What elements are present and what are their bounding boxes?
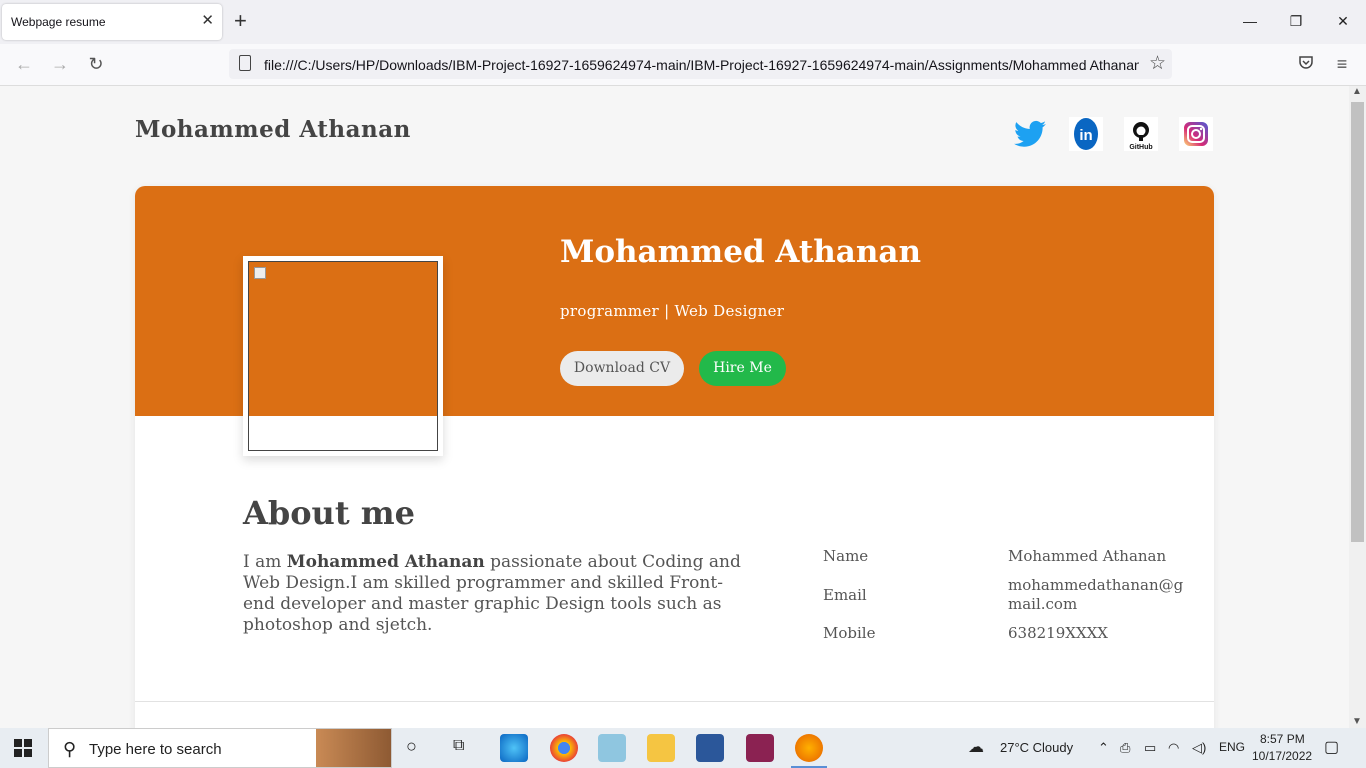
- windows-taskbar: ⚲ Type here to search ○ ⧉ ☁ 27°C Cloudy …: [0, 728, 1366, 768]
- reload-icon[interactable]: ↻: [85, 54, 107, 74]
- page-scrollbar[interactable]: ▲ ▼: [1349, 86, 1366, 728]
- chrome-icon[interactable]: [550, 734, 578, 762]
- download-cv-button[interactable]: Download CV: [560, 351, 684, 386]
- bookmark-star-icon[interactable]: ☆: [1149, 52, 1166, 75]
- github-icon[interactable]: GitHub: [1123, 116, 1159, 152]
- task-view-icon[interactable]: ⧉: [453, 737, 464, 755]
- pocket-icon[interactable]: [1295, 54, 1317, 74]
- close-tab-icon[interactable]: ✕: [201, 13, 214, 29]
- firefox-icon[interactable]: [795, 734, 823, 762]
- weather-text[interactable]: 27°C Cloudy: [1000, 740, 1073, 755]
- back-icon[interactable]: ←: [13, 54, 35, 74]
- close-window-icon[interactable]: ✕: [1333, 10, 1353, 32]
- hero-role: programmer | Web Designer: [560, 302, 785, 320]
- language-indicator[interactable]: ENG: [1219, 740, 1245, 754]
- about-text: I am Mohammed Athanan passionate about C…: [243, 552, 741, 635]
- scroll-thumb[interactable]: [1351, 102, 1364, 542]
- svg-text:GitHub: GitHub: [1129, 144, 1152, 151]
- menu-icon[interactable]: ≡: [1331, 54, 1353, 74]
- profile-photo: [248, 261, 438, 451]
- mobile-label: Mobile: [823, 624, 876, 642]
- browser-nav-bar: ← → ↻ file:///C:/Users/HP/Downloads/IBM-…: [0, 44, 1366, 86]
- new-tab-icon[interactable]: +: [234, 10, 247, 32]
- url-text[interactable]: file:///C:/Users/HP/Downloads/IBM-Projec…: [264, 57, 1139, 73]
- document-icon: [239, 55, 251, 71]
- winrar-icon[interactable]: [746, 734, 774, 762]
- forward-icon[interactable]: →: [49, 54, 71, 74]
- name-value: Mohammed Athanan: [1008, 547, 1167, 565]
- search-icon: ⚲: [63, 739, 77, 759]
- battery-icon[interactable]: ▭: [1144, 740, 1156, 756]
- broken-image-icon: [254, 267, 266, 279]
- name-label: Name: [823, 547, 869, 565]
- notification-icon[interactable]: ▢: [1324, 737, 1339, 757]
- clock-date[interactable]: 10/17/2022: [1252, 749, 1312, 763]
- profile-photo-frame: [243, 256, 443, 456]
- page-viewport: Mohammed Athanan in GitHub Mohammed Atha…: [0, 86, 1349, 728]
- file-explorer-icon[interactable]: [647, 734, 675, 762]
- twitter-icon[interactable]: [1012, 116, 1048, 152]
- meet-now-icon[interactable]: ⎙: [1120, 740, 1130, 756]
- email-label: Email: [823, 586, 867, 604]
- edge-icon[interactable]: [500, 734, 528, 762]
- clock-time[interactable]: 8:57 PM: [1260, 732, 1305, 746]
- cortana-icon[interactable]: ○: [406, 736, 417, 757]
- instagram-icon[interactable]: [1178, 116, 1214, 152]
- site-name: Mohammed Athanan: [135, 116, 411, 143]
- scroll-up-icon[interactable]: ▲: [1352, 86, 1362, 97]
- hero-name: Mohammed Athanan: [560, 234, 922, 270]
- about-name: Mohammed Athanan: [286, 552, 485, 572]
- browser-tab-bar: Webpage resume ✕ + — ❐ ✕: [0, 0, 1366, 44]
- minimize-icon[interactable]: —: [1240, 10, 1260, 32]
- wifi-icon[interactable]: ◠: [1168, 740, 1179, 756]
- search-highlight-image: [316, 729, 391, 767]
- volume-icon[interactable]: ◁): [1192, 740, 1206, 756]
- address-bar[interactable]: file:///C:/Users/HP/Downloads/IBM-Projec…: [229, 49, 1172, 79]
- svg-text:in: in: [1079, 127, 1092, 144]
- mobile-value: 638219XXXX: [1008, 624, 1108, 642]
- search-placeholder: Type here to search: [89, 741, 222, 758]
- tab-title: Webpage resume: [11, 15, 106, 29]
- linkedin-icon[interactable]: in: [1068, 116, 1104, 152]
- weather-icon: ☁: [968, 739, 984, 756]
- taskbar-search-box[interactable]: ⚲ Type here to search: [48, 728, 392, 768]
- section-divider: [135, 701, 1214, 702]
- restore-icon[interactable]: ❐: [1286, 10, 1306, 32]
- about-title: About me: [243, 494, 415, 532]
- chevron-up-icon[interactable]: ⌃: [1098, 740, 1109, 756]
- resume-card: Mohammed Athanan programmer | Web Design…: [135, 186, 1214, 728]
- app-icon[interactable]: [598, 734, 626, 762]
- scroll-down-icon[interactable]: ▼: [1352, 716, 1362, 727]
- browser-tab[interactable]: Webpage resume ✕: [2, 4, 222, 40]
- windows-start-icon[interactable]: [14, 739, 32, 757]
- email-value: mohammedathanan@gmail.com: [1008, 576, 1184, 613]
- word-icon[interactable]: [696, 734, 724, 762]
- hire-me-button[interactable]: Hire Me: [699, 351, 786, 386]
